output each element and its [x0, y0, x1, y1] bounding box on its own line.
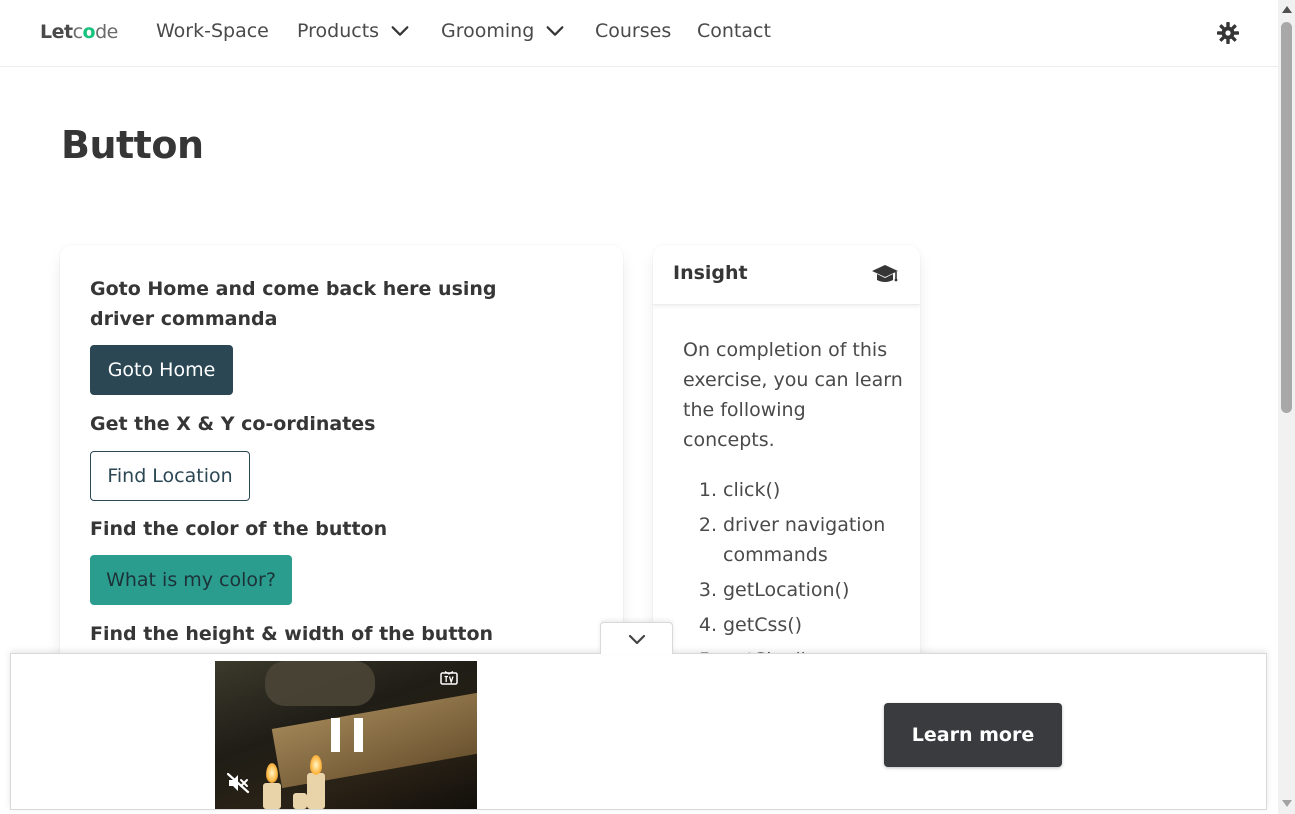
video-frame-candle [263, 783, 281, 809]
list-item: 1. click() [683, 475, 903, 505]
logo-o: o [82, 21, 96, 43]
chevron-down-icon [546, 26, 564, 36]
video-frame-flame [310, 755, 322, 775]
nav-courses[interactable]: Courses [595, 20, 671, 42]
insight-title: Insight [673, 262, 748, 284]
tv-icon[interactable] [440, 671, 458, 685]
top-navbar: Letcode Work-Space Products Grooming Cou… [0, 0, 1278, 67]
insight-card: Insight On completion of this exercise, … [653, 245, 920, 665]
list-item-text: click() [723, 479, 781, 501]
what-is-my-color-button[interactable]: What is my color? [90, 555, 292, 605]
nav-products-label: Products [297, 20, 380, 42]
nav-work-space[interactable]: Work-Space [156, 20, 269, 42]
logo[interactable]: Letcode [40, 21, 118, 43]
ad-collapse-button[interactable] [600, 622, 673, 654]
page-scrollbar[interactable] [1278, 0, 1295, 814]
nav-grooming-label: Grooming [441, 20, 535, 42]
logo-code: code [72, 21, 119, 43]
scrollbar-thumb[interactable] [1281, 22, 1292, 413]
list-item-number: 1. [698, 479, 717, 501]
chevron-down-icon [628, 634, 645, 644]
mute-icon[interactable] [226, 772, 250, 794]
list-item-number: 2. [698, 514, 717, 536]
nav-contact-label: Contact [697, 20, 771, 42]
video-frame-candle [307, 773, 325, 809]
scroll-down-arrow-icon[interactable] [1282, 800, 1292, 807]
logo-let: Let [40, 21, 73, 43]
scroll-up-arrow-icon[interactable] [1282, 6, 1292, 13]
size-label: Find the height & width of the button [90, 623, 494, 645]
video-frame-hand [265, 661, 375, 706]
button-exercise-card: Goto Home and come back here using drive… [60, 245, 623, 665]
nav-products[interactable]: Products [297, 20, 411, 42]
goto-home-button[interactable]: Goto Home [90, 345, 233, 395]
graduation-cap-icon [872, 265, 898, 282]
list-item-number: 3. [698, 579, 717, 601]
find-location-button[interactable]: Find Location [90, 451, 250, 501]
pause-icon[interactable] [331, 718, 363, 752]
list-item: 3. getLocation() [683, 575, 903, 605]
list-item-number: 4. [698, 614, 717, 636]
chevron-down-icon [391, 26, 409, 36]
video-frame-candle [293, 793, 307, 809]
color-label: Find the color of the button [90, 518, 388, 540]
list-item-text: getCss() [723, 614, 803, 636]
nav-grooming[interactable]: Grooming [441, 20, 566, 42]
gear-icon[interactable] [1216, 21, 1240, 45]
nav-contact[interactable]: Contact [697, 20, 771, 42]
insight-concepts-list: 1. click() 2. driver navigation commands 3… [683, 475, 903, 665]
ad-banner: Learn more [10, 653, 1267, 810]
insight-header: Insight [653, 245, 920, 305]
list-item: 2. driver navigation commands [683, 510, 903, 570]
list-item-text: getLocation() [723, 579, 850, 601]
nav-work-space-label: Work-Space [156, 20, 269, 42]
ad-video-player[interactable] [215, 661, 477, 809]
goto-home-label: Goto Home and come back here using drive… [90, 278, 497, 330]
learn-more-button[interactable]: Learn more [884, 703, 1062, 767]
insight-intro: On completion of this exercise, you can … [683, 339, 903, 451]
logo-c: c [72, 21, 83, 43]
page-title: Button [61, 123, 204, 167]
list-item: 4. getCss() [683, 610, 903, 640]
logo-de: de [95, 21, 118, 43]
video-frame-flame [266, 763, 278, 783]
list-item-text: driver navigation commands [723, 514, 886, 566]
location-label: Get the X & Y co-ordinates [90, 413, 376, 435]
nav-courses-label: Courses [595, 20, 672, 42]
